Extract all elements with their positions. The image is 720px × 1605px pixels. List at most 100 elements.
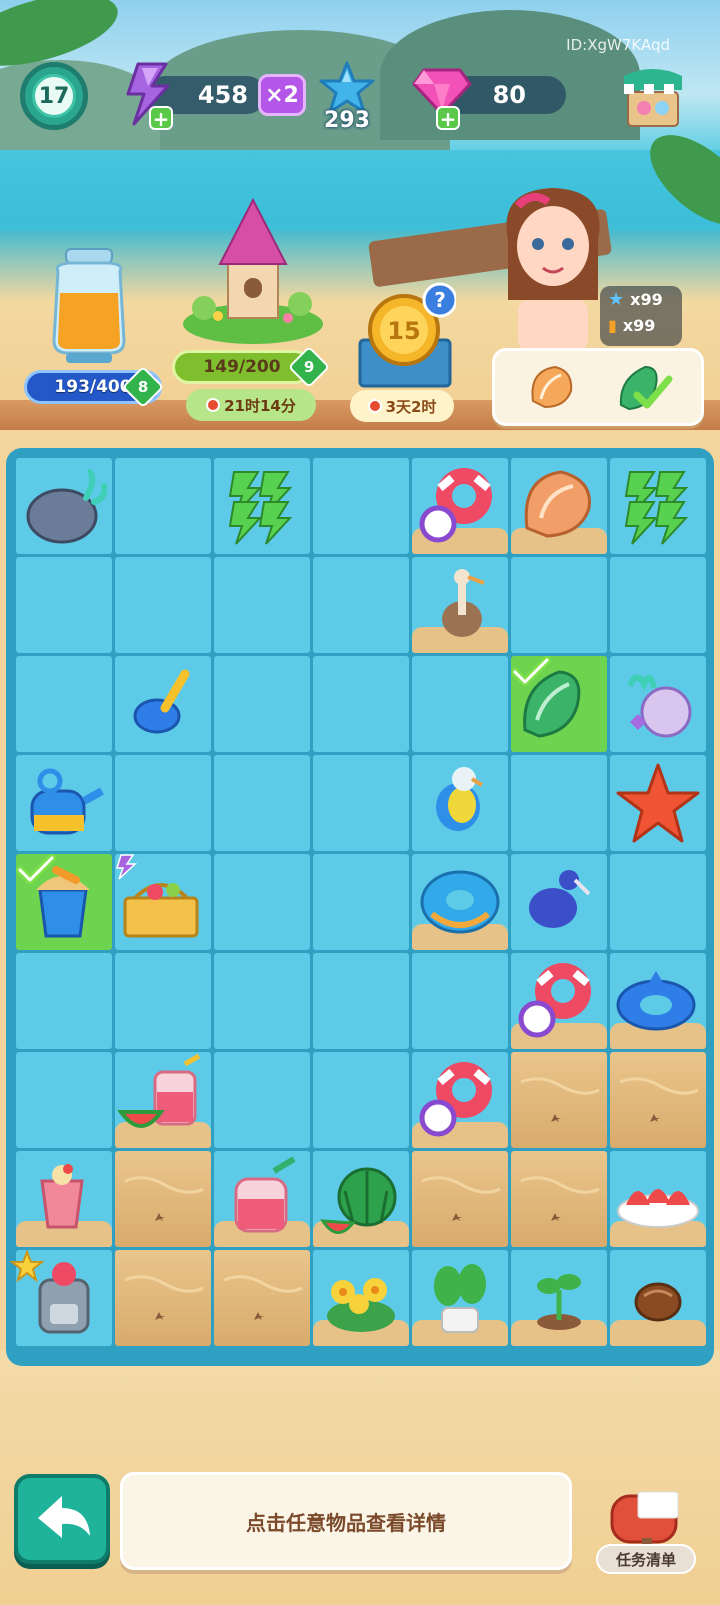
board-cell[interactable]: [115, 1250, 211, 1346]
task-list-button[interactable]: 任务清单: [596, 1544, 696, 1574]
board-cell[interactable]: [511, 458, 607, 554]
blue-bird-icon: [529, 870, 591, 928]
boost-inventory[interactable]: ★ x99 ▮ x99: [600, 286, 682, 346]
board-cell[interactable]: [313, 458, 409, 554]
board-cell[interactable]: [511, 755, 607, 851]
board-cell[interactable]: [412, 1151, 508, 1247]
blue-star-icon: ★: [608, 288, 625, 310]
board-cell[interactable]: [313, 755, 409, 851]
board-cell[interactable]: [115, 1151, 211, 1247]
board-cell[interactable]: [511, 953, 607, 1049]
board-cell[interactable]: [313, 953, 409, 1049]
watermelon-slices-icon: [617, 1189, 699, 1228]
watermelon-juice-icon: [117, 1053, 201, 1128]
order-card[interactable]: [492, 348, 704, 426]
merge-board: [6, 448, 714, 1366]
swim-ring-ball-icon: [419, 1062, 492, 1137]
board-cell[interactable]: [610, 1250, 706, 1346]
purple-bolt-icon: [115, 854, 137, 880]
board-cell[interactable]: [16, 755, 112, 851]
board-cell[interactable]: [214, 557, 310, 653]
board-cell[interactable]: [412, 1250, 508, 1346]
board-cell[interactable]: [610, 755, 706, 851]
board-cell[interactable]: [412, 557, 508, 653]
board-cell[interactable]: [610, 854, 706, 950]
board-cell[interactable]: [412, 755, 508, 851]
board-cell[interactable]: [313, 1052, 409, 1148]
coin-box-icon[interactable]: 15 ?: [356, 282, 456, 392]
board-cell[interactable]: [313, 854, 409, 950]
gem-value: 80: [492, 81, 526, 109]
board-cell[interactable]: [610, 458, 706, 554]
parrot-icon: [436, 767, 484, 831]
board-cell[interactable]: [115, 854, 211, 950]
energy-multiplier-button[interactable]: ×2: [258, 74, 306, 116]
add-energy-button[interactable]: +: [149, 106, 173, 130]
board-cell[interactable]: [16, 854, 112, 950]
board-cell[interactable]: [16, 953, 112, 1049]
starfish-icon: [616, 763, 700, 843]
board-cell[interactable]: [313, 1250, 409, 1346]
svg-text:?: ?: [434, 288, 446, 312]
drink-icon: ▮: [608, 315, 617, 335]
board-cell[interactable]: [412, 656, 508, 752]
board-cell[interactable]: [16, 656, 112, 752]
yellow-star-icon: [10, 1250, 44, 1283]
board-cell[interactable]: [214, 854, 310, 950]
coral-shells-icon: [627, 674, 692, 738]
board-cell[interactable]: [214, 755, 310, 851]
pelican-icon: [442, 569, 485, 637]
board-cell[interactable]: [412, 1052, 508, 1148]
back-button[interactable]: [14, 1474, 110, 1564]
board-cell[interactable]: [214, 656, 310, 752]
board-cell[interactable]: [511, 557, 607, 653]
board-cell[interactable]: [214, 1151, 310, 1247]
board-cell[interactable]: [610, 656, 706, 752]
sand-tile-icon: [619, 1077, 699, 1122]
board-cell[interactable]: [412, 953, 508, 1049]
board-cell[interactable]: [16, 557, 112, 653]
add-gem-button[interactable]: +: [436, 106, 460, 130]
hint-text: 点击任意物品查看详情: [246, 1510, 446, 1535]
board-cell[interactable]: [214, 1052, 310, 1148]
board-cell[interactable]: [511, 1052, 607, 1148]
conch-shell-icon: [524, 470, 591, 538]
fairy-tower-icon[interactable]: [178, 198, 328, 348]
board-cell[interactable]: [412, 458, 508, 554]
board-cell[interactable]: [115, 557, 211, 653]
clock-icon: [206, 398, 221, 412]
board-cell[interactable]: [610, 557, 706, 653]
board-cell[interactable]: [115, 458, 211, 554]
board-cell[interactable]: [115, 1052, 211, 1148]
board-cell[interactable]: [511, 1151, 607, 1247]
player-level-badge[interactable]: 17: [20, 62, 88, 130]
watering-can-icon: [30, 768, 104, 835]
board-cell[interactable]: [610, 1052, 706, 1148]
honey-jar-icon[interactable]: [44, 245, 134, 365]
board-cell[interactable]: [610, 953, 706, 1049]
board-cell[interactable]: [16, 1151, 112, 1247]
task-list-label: 任务清单: [615, 1550, 676, 1569]
board-cell[interactable]: [511, 1250, 607, 1346]
watermelon-icon: [320, 1167, 397, 1234]
board-cell[interactable]: [214, 953, 310, 1049]
board-cell[interactable]: [10, 1250, 112, 1346]
board-cell[interactable]: [214, 458, 310, 554]
board-cell[interactable]: [115, 656, 211, 752]
conch-shell-icon: [531, 365, 573, 409]
board-cell[interactable]: [313, 1151, 409, 1247]
board-cell[interactable]: [214, 1250, 310, 1346]
board-cell[interactable]: [313, 557, 409, 653]
board-cell[interactable]: [610, 1151, 706, 1247]
board-cell[interactable]: [115, 755, 211, 851]
board-cell[interactable]: [412, 854, 508, 950]
fruit-cup-icon: [40, 1164, 84, 1229]
board-cell[interactable]: [16, 458, 112, 554]
board-cell[interactable]: [511, 854, 607, 950]
board-cell[interactable]: [115, 953, 211, 1049]
shop-stall-icon[interactable]: [622, 62, 684, 132]
board-cell[interactable]: [511, 656, 607, 752]
board-cell[interactable]: [313, 656, 409, 752]
sand-tile-icon: [520, 1077, 600, 1122]
board-cell[interactable]: [16, 1052, 112, 1148]
